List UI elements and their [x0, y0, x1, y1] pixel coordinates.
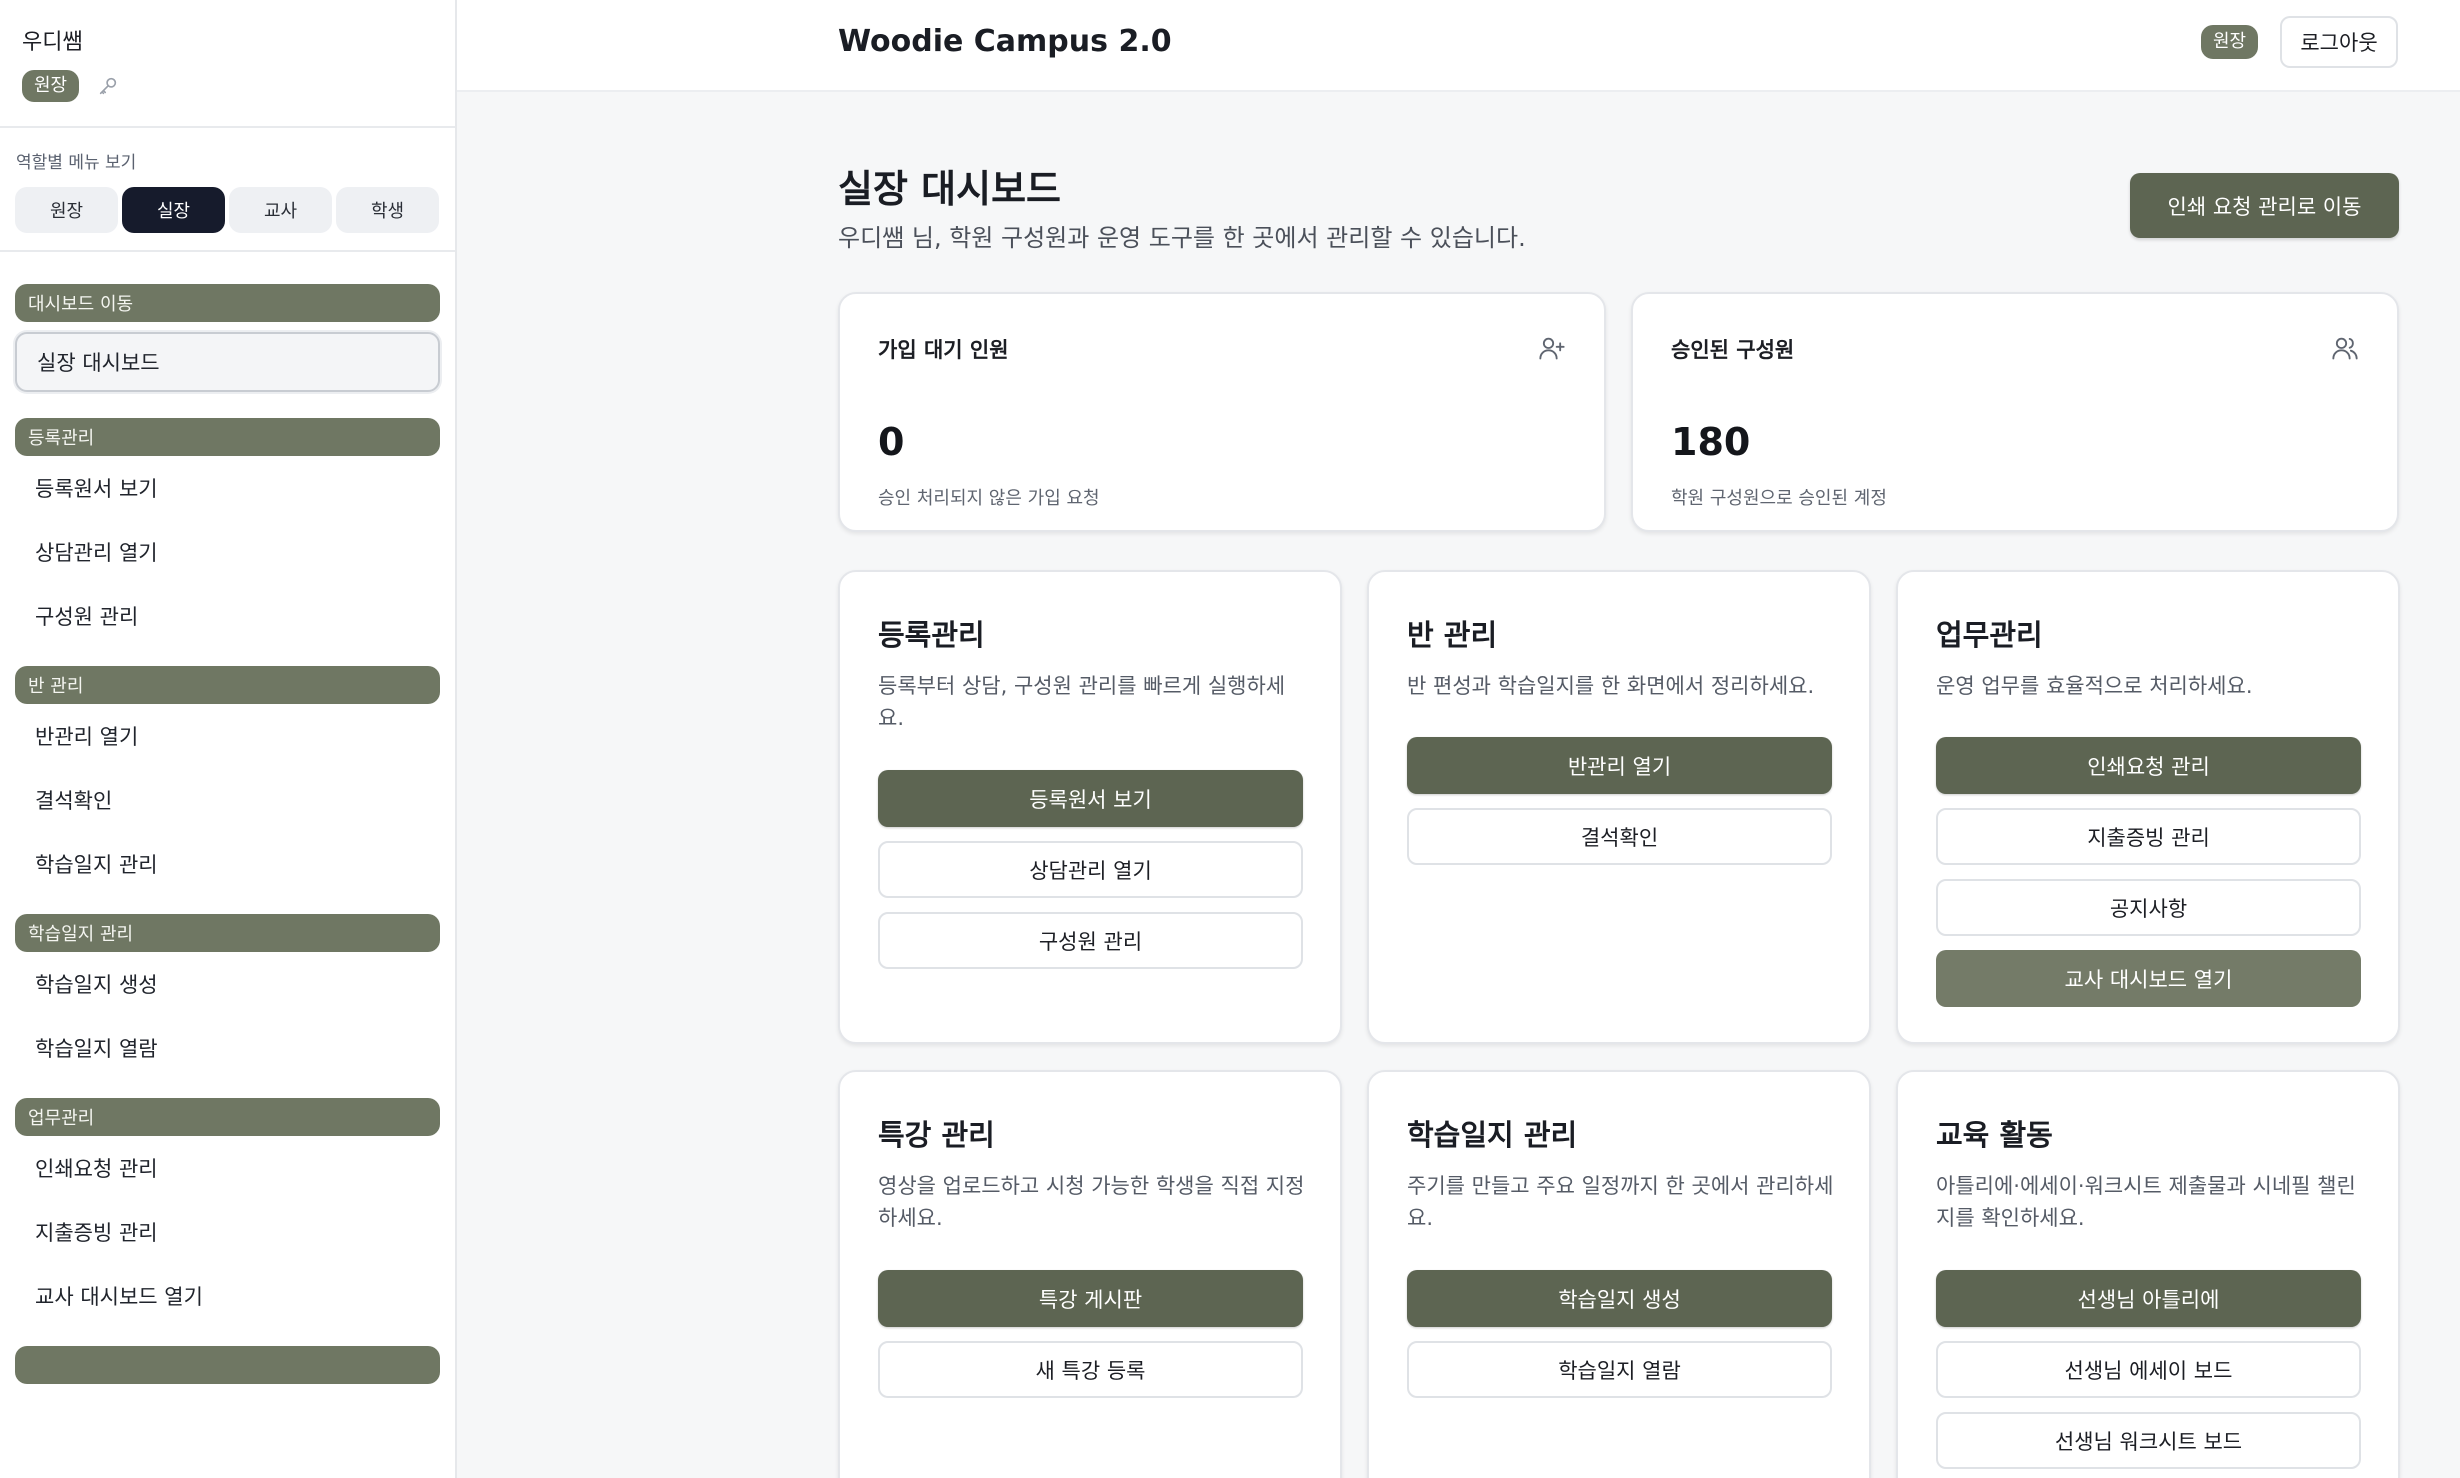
role-badge: 원장 — [2201, 25, 2259, 59]
sidebar-item-consultation[interactable]: 상담관리 열기 — [15, 520, 440, 584]
members-button[interactable]: 구성원 관리 — [878, 912, 1303, 969]
sidebar-item-teacher-dashboard[interactable]: 교사 대시보드 열기 — [15, 1264, 440, 1328]
expenses-button[interactable]: 지출증빙 관리 — [1936, 808, 2361, 865]
logout-button[interactable]: 로그아웃 — [2280, 16, 2398, 68]
stat-note: 학원 구성원으로 승인된 계정 — [1671, 488, 1887, 509]
nav-section-header-partial — [15, 1346, 440, 1384]
stat-value: 180 — [1671, 420, 1751, 464]
journal-view-button[interactable]: 학습일지 열람 — [1407, 1341, 1832, 1398]
user-role-row: 원장 — [22, 70, 433, 102]
card-description: 영상을 업로드하고 시청 가능한 학생을 직접 지정하세요. — [878, 1174, 1305, 1230]
stat-card-pending: 가입 대기 인원 0 승인 처리되지 않은 가입 요청 — [838, 292, 1606, 532]
nav-section-journal: 학습일지 관리 학습일지 생성 학습일지 열람 — [15, 914, 440, 1080]
sidebar-item-members[interactable]: 구성원 관리 — [15, 584, 440, 648]
top-role-badge: 원장 — [2201, 25, 2259, 59]
app-title: Woodie Campus 2.0 — [838, 24, 1172, 59]
card-work: 업무관리 운영 업무를 효율적으로 처리하세요. 인쇄요청 관리 지출증빙 관리… — [1896, 570, 2400, 1044]
consultation-button[interactable]: 상담관리 열기 — [878, 841, 1303, 898]
nav-section-header: 등록관리 — [15, 418, 440, 456]
role-badge: 원장 — [22, 70, 80, 102]
stat-note: 승인 처리되지 않은 가입 요청 — [878, 488, 1100, 509]
sidebar-item-absence[interactable]: 결석확인 — [15, 768, 440, 832]
role-tabs: 원장 실장 교사 학생 — [15, 187, 440, 233]
nav-section-header: 업무관리 — [15, 1098, 440, 1136]
card-education: 교육 활동 아틀리에·에세이·워크시트 제출물과 시네필 챌린지를 확인하세요.… — [1896, 1070, 2400, 1478]
card-title: 학습일지 관리 — [1407, 1118, 1578, 1152]
card-class: 반 관리 반 편성과 학습일지를 한 화면에서 정리하세요. 반관리 열기 결석… — [1367, 570, 1871, 1044]
role-tab-teacher[interactable]: 교사 — [229, 187, 332, 233]
card-description: 반 편성과 학습일지를 한 화면에서 정리하세요. — [1407, 674, 1815, 698]
card-registration: 등록관리 등록부터 상담, 구성원 관리를 빠르게 실행하세요. 등록원서 보기… — [838, 570, 1342, 1044]
teacher-dashboard-button[interactable]: 교사 대시보드 열기 — [1936, 950, 2361, 1007]
journal-create-button[interactable]: 학습일지 생성 — [1407, 1270, 1832, 1327]
card-description: 운영 업무를 효율적으로 처리하세요. — [1936, 674, 2253, 698]
stat-value: 0 — [878, 420, 905, 464]
sidebar-item-class-manage[interactable]: 반관리 열기 — [15, 704, 440, 768]
user-name: 우디쌤 — [22, 30, 83, 55]
card-description: 아틀리에·에세이·워크시트 제출물과 시네필 챌린지를 확인하세요. — [1936, 1174, 2356, 1230]
role-tab-manager[interactable]: 실장 — [122, 187, 225, 233]
role-view: 역할별 메뉴 보기 원장 실장 교사 학생 — [0, 128, 455, 252]
nav-section-class: 반 관리 반관리 열기 결석확인 학습일지 관리 — [15, 666, 440, 896]
sidebar-nav: 대시보드 이동 실장 대시보드 등록관리 등록원서 보기 상담관리 열기 구성원… — [0, 252, 455, 1384]
sidebar-item-print-requests[interactable]: 인쇄요청 관리 — [15, 1136, 440, 1200]
card-title: 특강 관리 — [878, 1118, 995, 1152]
class-manage-button[interactable]: 반관리 열기 — [1407, 737, 1832, 794]
key-icon[interactable] — [97, 75, 119, 97]
role-view-label: 역할별 메뉴 보기 — [16, 153, 137, 173]
nav-section-header: 대시보드 이동 — [15, 284, 440, 322]
card-title: 교육 활동 — [1936, 1118, 2053, 1152]
role-tab-director[interactable]: 원장 — [15, 187, 118, 233]
lecture-board-button[interactable]: 특강 게시판 — [878, 1270, 1303, 1327]
card-special-lectures: 특강 관리 영상을 업로드하고 시청 가능한 학생을 직접 지정하세요. 특강 … — [838, 1070, 1342, 1478]
sidebar-item-journal-view[interactable]: 학습일지 열람 — [15, 1016, 440, 1080]
stat-card-approved: 승인된 구성원 180 학원 구성원으로 승인된 계정 — [1631, 292, 2399, 532]
nav-section-header: 반 관리 — [15, 666, 440, 704]
essay-board-button[interactable]: 선생님 에세이 보드 — [1936, 1341, 2361, 1398]
card-title: 반 관리 — [1407, 618, 1498, 652]
card-title: 등록관리 — [878, 618, 985, 652]
card-title: 업무관리 — [1936, 618, 2043, 652]
new-lecture-button[interactable]: 새 특강 등록 — [878, 1341, 1303, 1398]
print-requests-card-button[interactable]: 인쇄요청 관리 — [1936, 737, 2361, 794]
nav-section-header: 학습일지 관리 — [15, 914, 440, 952]
sidebar-item-journal-create[interactable]: 학습일지 생성 — [15, 952, 440, 1016]
card-description: 주기를 만들고 주요 일정까지 한 곳에서 관리하세요. — [1407, 1174, 1834, 1230]
applications-button[interactable]: 등록원서 보기 — [878, 770, 1303, 827]
nav-section-dashboard: 대시보드 이동 실장 대시보드 — [15, 284, 440, 392]
absence-button[interactable]: 결석확인 — [1407, 808, 1832, 865]
card-journal: 학습일지 관리 주기를 만들고 주요 일정까지 한 곳에서 관리하세요. 학습일… — [1367, 1070, 1871, 1478]
nav-section-registration: 등록관리 등록원서 보기 상담관리 열기 구성원 관리 — [15, 418, 440, 648]
sidebar: 우디쌤 원장 역할별 메뉴 보기 원장 실장 교사 학생 대시보드 이동 실장 … — [0, 0, 457, 1478]
sidebar-item-journal-manage[interactable]: 학습일지 관리 — [15, 832, 440, 896]
user-plus-icon — [1539, 337, 1565, 360]
print-requests-button[interactable]: 인쇄 요청 관리로 이동 — [2130, 173, 2399, 238]
stat-label: 승인된 구성원 — [1671, 338, 1795, 362]
page-subtitle: 우디쌤 님, 학원 구성원과 운영 도구를 한 곳에서 관리할 수 있습니다. — [838, 224, 1526, 252]
sidebar-item-expenses[interactable]: 지출증빙 관리 — [15, 1200, 440, 1264]
top-bar: Woodie Campus 2.0 원장 로그아웃 — [457, 0, 2460, 92]
worksheet-board-button[interactable]: 선생님 워크시트 보드 — [1936, 1412, 2361, 1469]
sidebar-item-manager-dashboard[interactable]: 실장 대시보드 — [15, 332, 440, 392]
page-title: 실장 대시보드 — [838, 167, 1061, 211]
nav-section-work: 업무관리 인쇄요청 관리 지출증빙 관리 교사 대시보드 열기 — [15, 1098, 440, 1328]
role-tab-student[interactable]: 학생 — [336, 187, 439, 233]
notices-button[interactable]: 공지사항 — [1936, 879, 2361, 936]
users-icon — [2332, 337, 2358, 360]
atelier-button[interactable]: 선생님 아틀리에 — [1936, 1270, 2361, 1327]
card-description: 등록부터 상담, 구성원 관리를 빠르게 실행하세요. — [878, 674, 1286, 730]
sidebar-item-applications[interactable]: 등록원서 보기 — [15, 456, 440, 520]
stat-label: 가입 대기 인원 — [878, 338, 1009, 362]
user-block: 우디쌤 원장 — [0, 0, 455, 128]
